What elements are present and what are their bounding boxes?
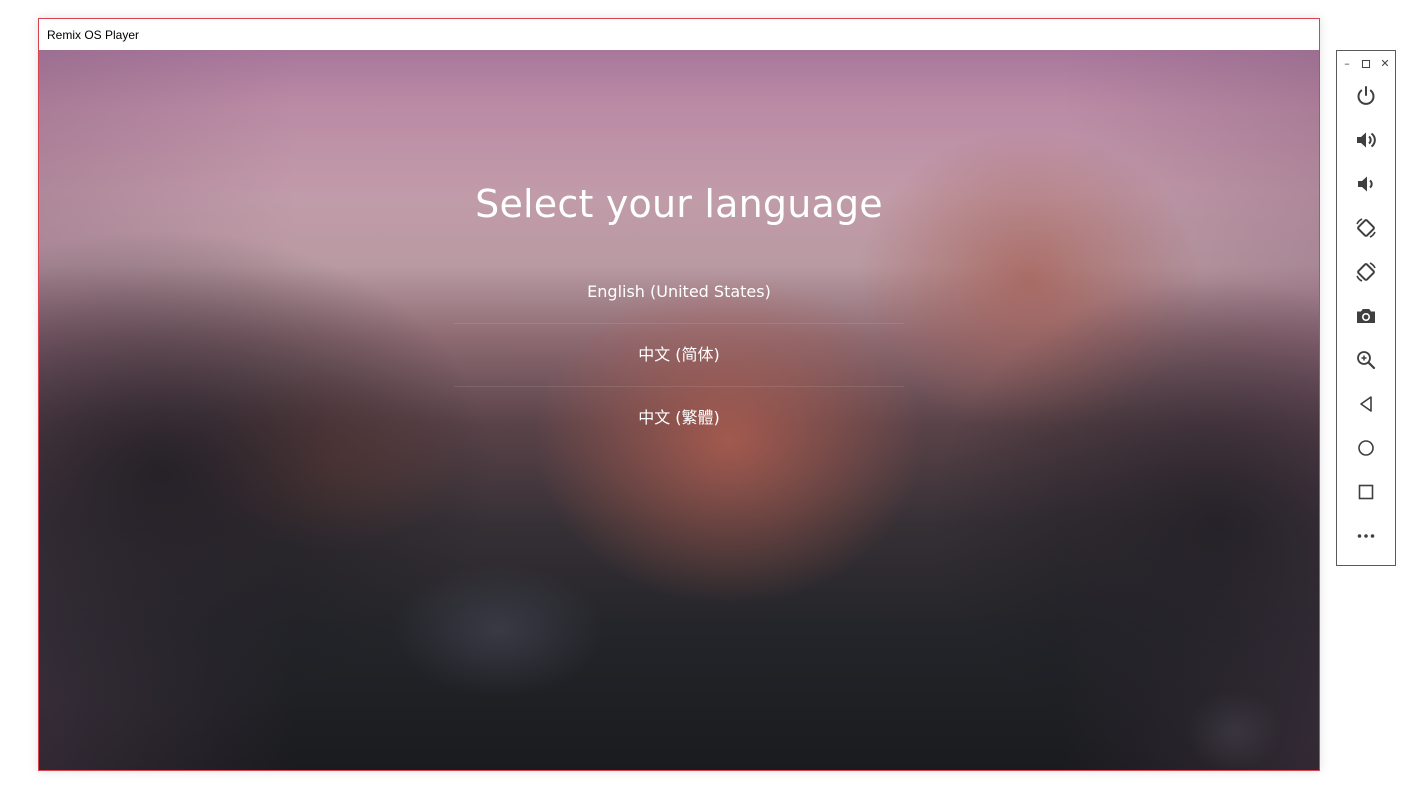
screenshot-camera-icon xyxy=(1354,304,1378,328)
rotate-left-icon xyxy=(1354,216,1378,240)
rotate-right-icon xyxy=(1354,260,1378,284)
home-button[interactable] xyxy=(1350,432,1382,464)
recents-button[interactable] xyxy=(1350,476,1382,508)
desktop: Remix OS Player Select your language Eng… xyxy=(0,0,1414,793)
title-bar[interactable]: Remix OS Player xyxy=(39,19,1319,50)
language-option-english[interactable]: English (United States) xyxy=(454,261,904,324)
volume-up-icon xyxy=(1354,128,1378,152)
back-button[interactable] xyxy=(1350,388,1382,420)
window-title: Remix OS Player xyxy=(47,28,140,42)
power-icon xyxy=(1354,84,1378,108)
rotate-left-button[interactable] xyxy=(1350,212,1382,244)
more-icon xyxy=(1354,524,1378,548)
language-option-chinese-simplified[interactable]: 中文 (简体) xyxy=(454,324,904,387)
zoom-icon xyxy=(1354,348,1378,372)
volume-down-button[interactable] xyxy=(1350,168,1382,200)
rotate-right-button[interactable] xyxy=(1350,256,1382,288)
zoom-button[interactable] xyxy=(1350,344,1382,376)
android-screen[interactable]: Select your language English (United Sta… xyxy=(39,50,1319,770)
language-list: English (United States) 中文 (简体) 中文 (繁體) xyxy=(454,261,904,449)
more-button[interactable] xyxy=(1350,520,1382,552)
close-icon[interactable]: ✕ xyxy=(1378,57,1392,71)
power-button[interactable] xyxy=(1350,80,1382,112)
screenshot-button[interactable] xyxy=(1350,300,1382,332)
maximize-icon[interactable] xyxy=(1359,57,1373,71)
recents-icon xyxy=(1354,480,1378,504)
player-window: Remix OS Player Select your language Eng… xyxy=(38,18,1320,771)
side-toolbar: – ✕ xyxy=(1336,50,1396,566)
page-title: Select your language xyxy=(475,182,883,226)
volume-up-button[interactable] xyxy=(1350,124,1382,156)
back-icon xyxy=(1354,392,1378,416)
home-icon xyxy=(1354,436,1378,460)
volume-down-icon xyxy=(1354,172,1378,196)
language-option-chinese-traditional[interactable]: 中文 (繁體) xyxy=(454,387,904,449)
minimize-icon[interactable]: – xyxy=(1340,57,1354,71)
